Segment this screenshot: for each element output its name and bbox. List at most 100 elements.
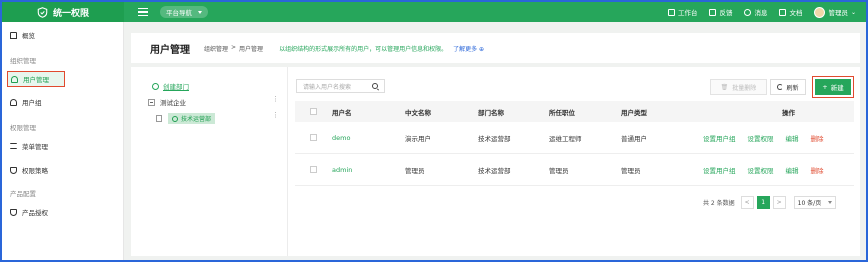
sidebar-item-label: 概览 <box>22 32 35 40</box>
docs-label: 文档 <box>789 9 803 17</box>
set-user-group-link[interactable]: 设置用户组 <box>703 133 736 143</box>
app-title: 统一权限 <box>52 8 89 19</box>
set-permission-link[interactable]: 设置权限 <box>748 165 774 175</box>
user-name: 管理员 <box>828 9 848 17</box>
sidebar-item-label: 权限策略 <box>22 167 48 175</box>
collapse-icon[interactable] <box>148 98 155 106</box>
user-menu[interactable]: 管理员 ⌄ <box>814 6 856 18</box>
sidebar-item-user-management[interactable]: 用户管理 <box>7 71 65 87</box>
prev-page-button[interactable]: < <box>740 196 754 209</box>
menu-toggle-icon[interactable] <box>138 8 148 16</box>
table-row: demo 演示用户 技术运营部 运维工程师 普通用户 设置用户组 设置权限 编辑… <box>295 122 854 154</box>
username-link[interactable]: admin <box>332 166 405 174</box>
column-header: 用户名 <box>332 108 352 117</box>
username-link[interactable]: demo <box>332 134 405 142</box>
breadcrumb-separator: > <box>231 43 237 51</box>
tree-node-label: 技术运营部 <box>181 116 212 123</box>
select-all-cell <box>295 108 332 115</box>
page-size-select[interactable]: 10 条/页 <box>793 196 836 209</box>
trash-icon: 🗑 <box>720 83 729 91</box>
refresh-button[interactable]: 刷新 <box>770 79 806 95</box>
table-cell: 演示用户 <box>405 134 431 143</box>
column-header: 用户类型 <box>621 108 647 117</box>
pagination: 共 2 条数据 < 1 > 10 条/页 <box>703 196 836 209</box>
platform-nav-select[interactable]: 平台导航 <box>160 6 208 18</box>
search-icon[interactable] <box>372 83 378 89</box>
table-cell: 普通用户 <box>621 134 647 143</box>
messages-label: 消息 <box>754 9 768 17</box>
sidebar-item-label: 菜单管理 <box>22 143 48 151</box>
row-checkbox[interactable] <box>310 134 317 141</box>
batch-delete-label: 批量删除 <box>732 84 757 92</box>
docs-link[interactable]: 文档 <box>779 7 802 17</box>
avatar <box>814 6 826 18</box>
messages-link[interactable]: 消息 <box>744 7 767 17</box>
chevron-down-icon <box>827 201 832 204</box>
column-header: 操作 <box>782 108 795 117</box>
user-table: 用户名 中文名称 部门名称 所任职位 用户类型 操作 demo 演示用户 技术运… <box>295 101 854 186</box>
sidebar: 概览 组织管理 用户管理 用户组 权限管理 菜单管理 权限策略 产品配置 产品授… <box>2 22 124 260</box>
search-input[interactable]: 请输入用户名搜索 <box>296 79 385 93</box>
row-select-cell <box>295 166 332 173</box>
new-button-highlight: + 新建 <box>812 76 854 98</box>
menu-list-icon <box>10 143 17 149</box>
tree-node-child[interactable]: 技术运营部 <box>156 113 216 124</box>
row-actions: 设置用户组 设置权限 编辑 删除 <box>703 133 854 143</box>
bell-icon <box>744 8 752 16</box>
workbench-link[interactable]: 工作台 <box>667 7 697 17</box>
table-cell: 技术运营部 <box>478 134 511 143</box>
feedback-icon <box>709 8 717 16</box>
gear-icon <box>172 115 178 122</box>
page-size-label: 10 条/页 <box>797 200 822 207</box>
home-icon <box>10 31 17 39</box>
search-placeholder: 请输入用户名搜索 <box>303 83 352 91</box>
sidebar-group-permission: 权限管理 <box>10 124 36 132</box>
table-cell: 技术运营部 <box>478 166 511 175</box>
refresh-icon <box>777 84 784 90</box>
batch-delete-button[interactable]: 🗑 批量删除 <box>710 79 767 95</box>
learn-more-link[interactable]: 了解更多 ⊕ <box>453 44 484 53</box>
department-tree-panel: 创建部门 测试企业 ⋮ 技术运营部 ⋮ <box>131 67 288 256</box>
new-button[interactable]: + 新建 <box>815 79 851 95</box>
sidebar-item-overview[interactable]: 概览 <box>10 28 35 42</box>
row-actions: 设置用户组 设置权限 编辑 删除 <box>703 165 854 175</box>
select-all-checkbox[interactable] <box>310 108 317 115</box>
row-select-cell <box>295 134 332 141</box>
create-department-link[interactable]: 创建部门 <box>152 81 189 91</box>
file-icon <box>156 115 162 122</box>
tree-node-selected[interactable]: 技术运营部 <box>168 113 216 124</box>
row-checkbox[interactable] <box>310 166 317 173</box>
feedback-link[interactable]: 反馈 <box>709 7 732 17</box>
refresh-label: 刷新 <box>786 84 799 92</box>
sidebar-item-permission-policy[interactable]: 权限策略 <box>10 163 48 177</box>
sidebar-item-label: 产品授权 <box>22 209 48 217</box>
tree-node-root[interactable]: 测试企业 <box>148 97 186 107</box>
breadcrumb-item-org[interactable]: 组织管理 <box>204 44 228 53</box>
edit-link[interactable]: 编辑 <box>786 165 799 175</box>
set-permission-link[interactable]: 设置权限 <box>748 133 774 143</box>
sidebar-item-user-group[interactable]: 用户组 <box>10 95 42 109</box>
delete-link[interactable]: 删除 <box>811 165 824 175</box>
table-cell: 管理员 <box>549 166 569 175</box>
chevron-down-icon <box>198 10 202 14</box>
sidebar-item-product-authorization[interactable]: 产品授权 <box>10 205 48 219</box>
breadcrumb-item-current: 用户管理 <box>239 45 264 53</box>
set-user-group-link[interactable]: 设置用户组 <box>703 165 736 175</box>
sidebar-group-org: 组织管理 <box>10 57 36 65</box>
page-button-current[interactable]: 1 <box>756 196 770 209</box>
doc-icon <box>779 8 787 16</box>
total-count: 共 2 条数据 <box>703 200 735 207</box>
shield-icon <box>10 166 17 174</box>
edit-link[interactable]: 编辑 <box>786 133 799 143</box>
delete-link[interactable]: 删除 <box>811 133 824 143</box>
more-actions-icon[interactable]: ⋮ <box>272 95 279 103</box>
new-label: 新建 <box>830 84 844 92</box>
plus-icon: + <box>822 83 828 91</box>
app-brand[interactable]: 统一权限 <box>2 2 124 22</box>
user-icon <box>11 75 18 83</box>
more-actions-icon[interactable]: ⋮ <box>272 111 279 119</box>
create-department-label: 创建部门 <box>163 83 189 91</box>
top-right-links: 工作台 反馈 消息 文档 管理员 ⌄ <box>667 6 866 18</box>
next-page-button[interactable]: > <box>772 196 786 209</box>
sidebar-item-menu-management[interactable]: 菜单管理 <box>10 139 48 153</box>
